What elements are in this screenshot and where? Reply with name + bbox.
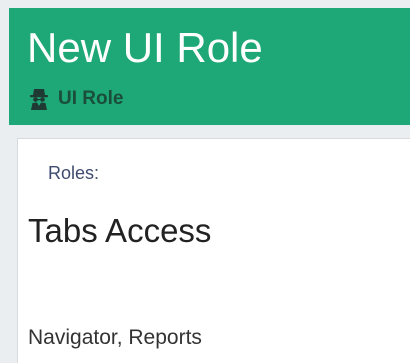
- page-title: New UI Role: [27, 24, 263, 71]
- tabs-access-value: Navigator, Reports: [28, 326, 202, 349]
- roles-label: Roles:: [48, 163, 100, 183]
- spy-icon: [29, 88, 49, 110]
- tabs-access-heading: Tabs Access: [28, 212, 212, 249]
- details-panel: Roles: Tabs Access Navigator, Reports: [17, 138, 410, 363]
- record-type-text: UI Role: [58, 88, 124, 109]
- record-type-label: UI Role: [29, 87, 123, 111]
- page-header: New UI Role UI Role: [9, 8, 410, 125]
